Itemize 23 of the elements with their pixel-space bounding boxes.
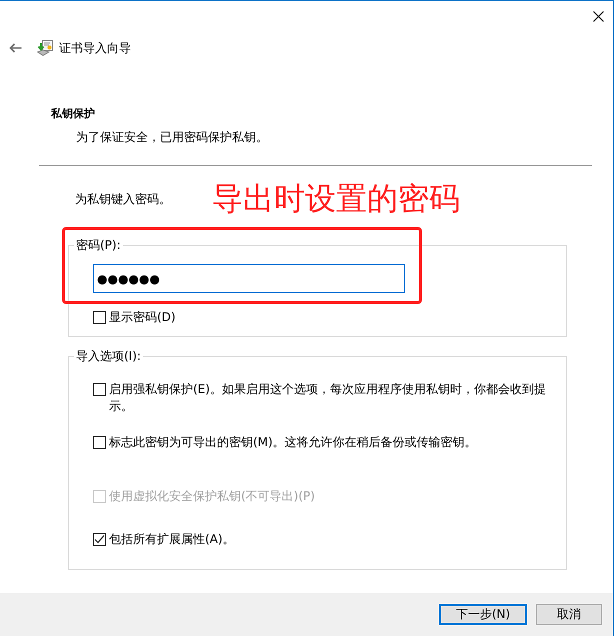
back-button[interactable] <box>9 43 22 53</box>
page-description: 为了保证安全，已用密码保护私钥。 <box>76 129 269 145</box>
checkbox[interactable] <box>93 533 106 546</box>
checkbox[interactable] <box>93 436 106 449</box>
next-button[interactable]: 下一步(N) <box>439 604 527 625</box>
close-icon <box>592 10 604 22</box>
checkbox[interactable] <box>93 383 106 396</box>
checkbox-label[interactable]: 标志此密钥为可导出的密钥(M)。这将允许你在稍后备份或传输密钥。 <box>109 434 553 451</box>
checkbox-label[interactable]: 启用强私钥保护(E)。如果启用这个选项，每次应用程序使用私钥时，你都会收到提示。 <box>109 381 553 415</box>
certificate-icon <box>37 40 53 56</box>
checkbox[interactable] <box>93 310 106 324</box>
password-field[interactable]: ●●●●●● <box>93 264 405 293</box>
checkbox-label[interactable]: 显示密码(D) <box>109 309 176 325</box>
cancel-button[interactable]: 取消 <box>536 604 602 625</box>
window-title: 证书导入向导 <box>59 40 131 56</box>
checkbox-label[interactable]: 包括所有扩展属性(A)。 <box>109 531 553 548</box>
groupbox-label: 导入选项(I): <box>75 348 142 364</box>
annotation-text: 导出时设置的密码 <box>212 181 460 217</box>
left-arrow-icon <box>9 43 22 53</box>
prompt-text: 为私钥键入密码。 <box>75 191 172 207</box>
page-heading: 私钥保护 <box>51 106 96 122</box>
checkmark-icon <box>94 534 105 545</box>
groupbox-label: 密码(P): <box>75 237 122 253</box>
